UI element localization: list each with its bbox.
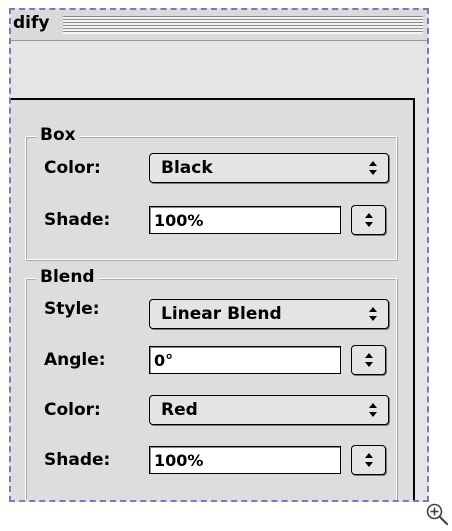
blend-shade-field[interactable]: 100% <box>149 446 341 474</box>
blend-angle-field[interactable]: 0° <box>149 346 341 374</box>
blend-angle-label: Angle: <box>44 350 106 370</box>
title-bar[interactable]: dify <box>11 10 427 41</box>
blend-group: Blend Style: Linear Blend Angle: 0° Colo… <box>25 267 398 500</box>
box-shade-row: Shade: 100% <box>26 205 398 237</box>
blend-angle-row: Angle: 0° <box>26 345 398 377</box>
box-shade-stepper[interactable] <box>351 205 386 235</box>
blend-color-row: Color: Red <box>26 395 398 427</box>
title-bar-stripes <box>63 16 423 34</box>
blend-shade-value: 100% <box>154 451 204 470</box>
box-group-title: Box <box>36 125 80 145</box>
blend-color-value: Red <box>161 400 198 420</box>
blend-style-label: Style: <box>44 299 100 319</box>
blend-angle-stepper[interactable] <box>351 345 386 375</box>
blend-style-value: Linear Blend <box>161 304 282 324</box>
updown-arrows-icon <box>369 403 377 417</box>
box-shade-field[interactable]: 100% <box>149 206 341 234</box>
box-color-row: Color: Black <box>26 153 398 185</box>
box-shade-label: Shade: <box>44 210 111 230</box>
tab-panel: Box Color: Black Shade: 100% Blend Style… <box>11 98 415 500</box>
box-shade-value: 100% <box>154 211 204 230</box>
updown-arrows-icon <box>365 213 373 227</box>
updown-arrows-icon <box>369 161 377 175</box>
blend-shade-label: Shade: <box>44 450 111 470</box>
blend-shade-row: Shade: 100% <box>26 445 398 477</box>
updown-arrows-icon <box>365 353 373 367</box>
blend-style-row: Style: Linear Blend <box>26 299 398 331</box>
updown-arrows-icon <box>369 307 377 321</box>
box-color-label: Color: <box>44 158 101 178</box>
box-color-popup[interactable]: Black <box>149 153 389 183</box>
blend-shade-stepper[interactable] <box>351 445 386 475</box>
blend-color-label: Color: <box>44 400 101 420</box>
modify-window: dify Box Color: Black Shade: 100% Blend … <box>9 8 429 502</box>
zoom-in-icon[interactable] <box>425 502 449 526</box>
updown-arrows-icon <box>365 453 373 467</box>
box-color-value: Black <box>161 158 213 178</box>
blend-angle-value: 0° <box>154 351 174 370</box>
window-title: dify <box>13 13 56 33</box>
blend-color-popup[interactable]: Red <box>149 395 389 425</box>
blend-style-popup[interactable]: Linear Blend <box>149 299 389 329</box>
blend-group-title: Blend <box>36 267 99 287</box>
box-group: Box Color: Black Shade: 100% <box>25 125 398 260</box>
